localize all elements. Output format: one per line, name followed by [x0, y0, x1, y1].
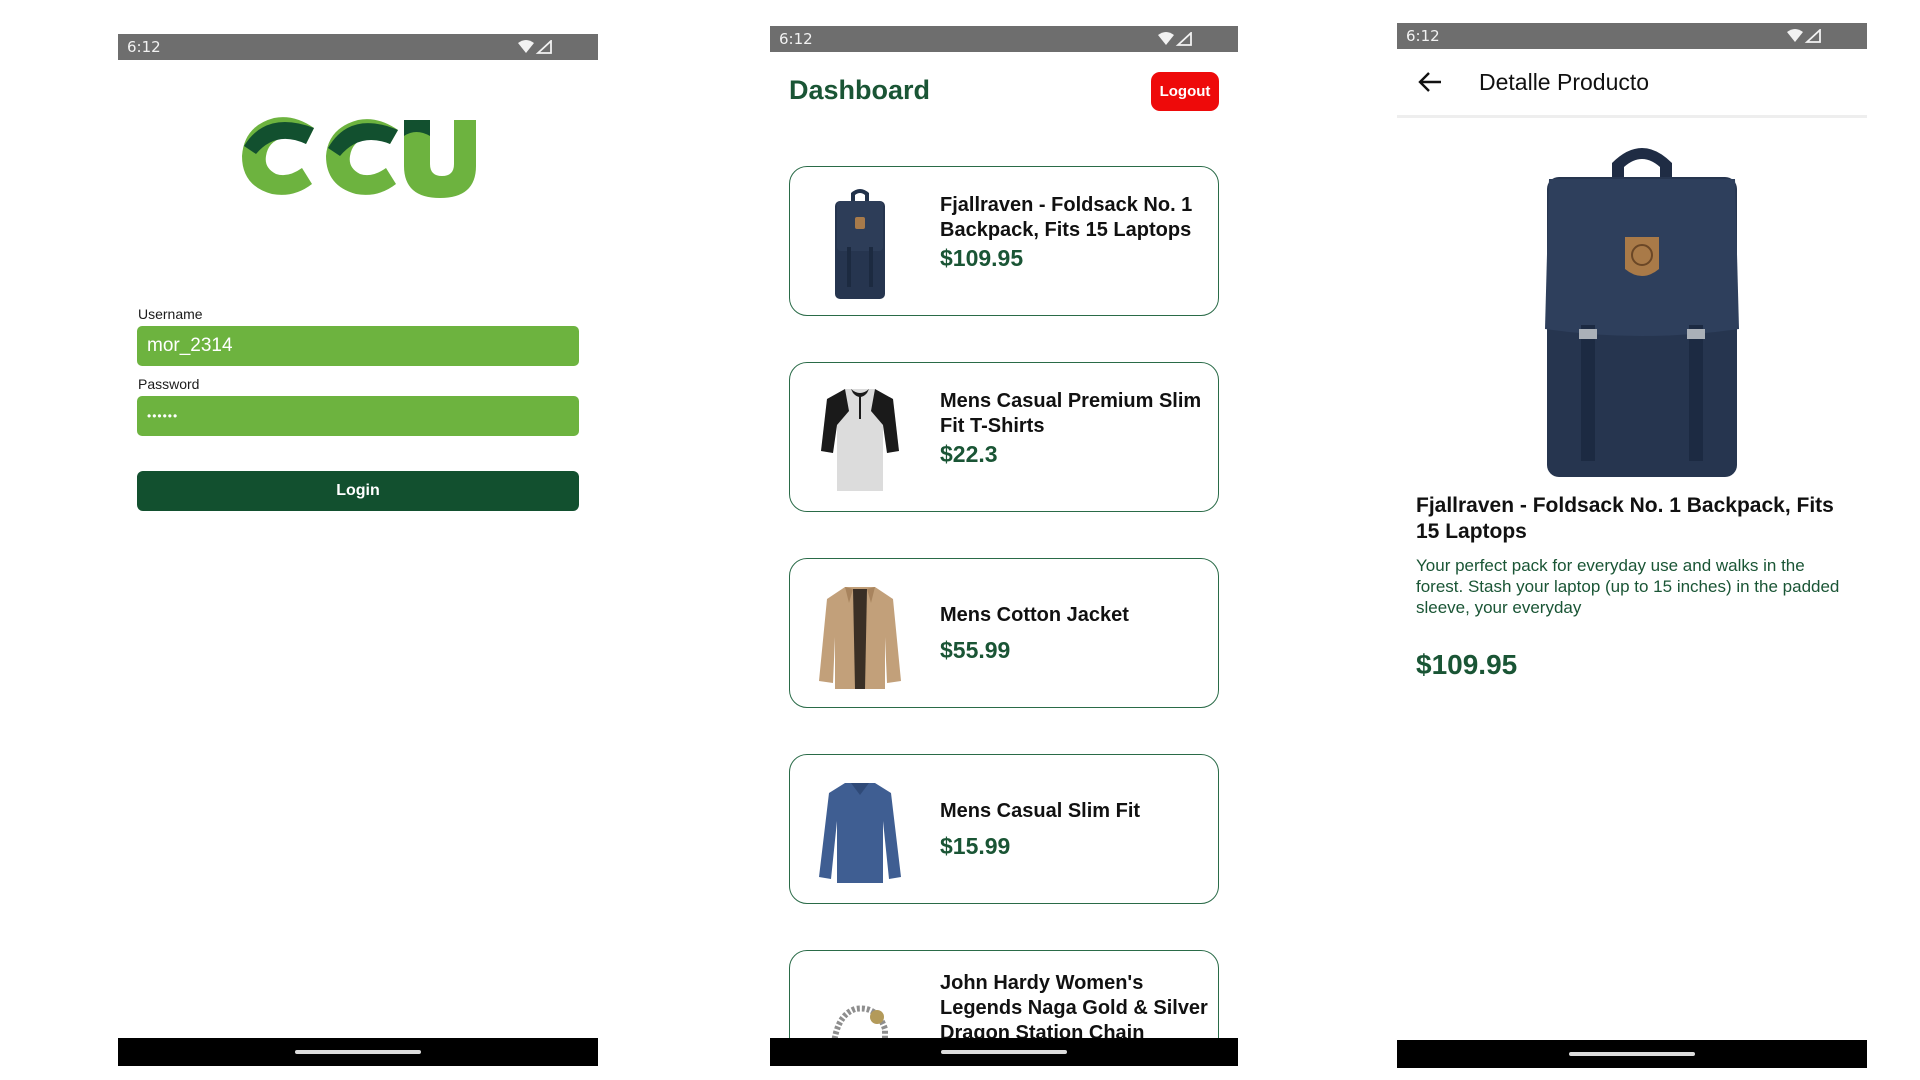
dashboard-screen: 6:12 Dashboard Logout Fjallraven - Folds…	[770, 26, 1238, 1066]
system-nav-bar	[770, 1038, 1238, 1066]
app-bar: Detalle Producto	[1397, 49, 1867, 118]
product-card[interactable]: Fjallraven - Foldsack No. 1 Backpack, Fi…	[789, 166, 1219, 316]
product-title: Mens Casual Premium Slim Fit T-Shirts	[940, 390, 1202, 437]
product-card[interactable]: Mens Casual Slim Fit $15.99	[789, 754, 1219, 904]
product-price: $22.3	[940, 441, 998, 467]
login-screen: 6:12 Username mor_2314 Password •••••• L…	[118, 34, 598, 1066]
app-bar-title: Detalle Producto	[1479, 69, 1650, 95]
back-arrow-icon[interactable]	[1417, 70, 1443, 94]
wifi-signal-icon	[1787, 29, 1821, 43]
product-title: Mens Casual Slim Fit	[940, 800, 1141, 822]
wifi-signal-icon	[1158, 32, 1192, 46]
login-button[interactable]: Login	[137, 471, 579, 511]
jacket-image	[819, 587, 901, 689]
product-title: Fjallraven - Foldsack No. 1 Backpack, Fi…	[1416, 494, 1834, 543]
home-gesture-handle[interactable]	[295, 1050, 421, 1054]
product-price: $109.95	[1416, 649, 1518, 680]
logout-button[interactable]: Logout	[1151, 72, 1219, 111]
ccu-logo	[242, 117, 476, 198]
product-price: $109.95	[940, 245, 1024, 271]
username-label: Username	[138, 306, 203, 322]
status-time: 6:12	[127, 38, 161, 56]
status-bar: 6:12	[1397, 23, 1867, 49]
longsleeve-image	[819, 783, 901, 883]
password-label: Password	[138, 376, 200, 392]
backpack-image	[835, 189, 885, 299]
page-title: Dashboard	[789, 75, 931, 105]
status-bar: 6:12	[770, 26, 1238, 52]
status-bar: 6:12	[118, 34, 598, 60]
status-time: 6:12	[1406, 27, 1440, 45]
home-gesture-handle[interactable]	[1569, 1052, 1695, 1056]
product-detail-screen: 6:12 Detalle Producto Fjallraven - Folds…	[1397, 23, 1867, 1068]
home-gesture-handle[interactable]	[941, 1050, 1067, 1054]
tshirt-image	[821, 389, 899, 491]
product-description: Your perfect pack for everyday use and w…	[1416, 556, 1840, 617]
product-title: John Hardy Women's Legends Naga Gold & S…	[940, 972, 1208, 1044]
product-title: Fjallraven - Foldsack No. 1 Backpack, Fi…	[940, 194, 1193, 241]
password-field[interactable]: ••••••	[137, 396, 579, 436]
system-nav-bar	[118, 1038, 598, 1066]
wifi-signal-icon	[518, 40, 552, 54]
system-nav-bar	[1397, 1040, 1867, 1068]
product-price: $15.99	[940, 833, 1011, 859]
product-card[interactable]: Mens Casual Premium Slim Fit T-Shirts $2…	[789, 362, 1219, 512]
backpack-image	[1545, 148, 1739, 477]
product-price: $55.99	[940, 637, 1011, 663]
product-card[interactable]: Mens Cotton Jacket $55.99	[789, 558, 1219, 708]
product-title: Mens Cotton Jacket	[940, 604, 1129, 626]
status-time: 6:12	[779, 30, 813, 48]
username-field[interactable]: mor_2314	[137, 326, 579, 366]
